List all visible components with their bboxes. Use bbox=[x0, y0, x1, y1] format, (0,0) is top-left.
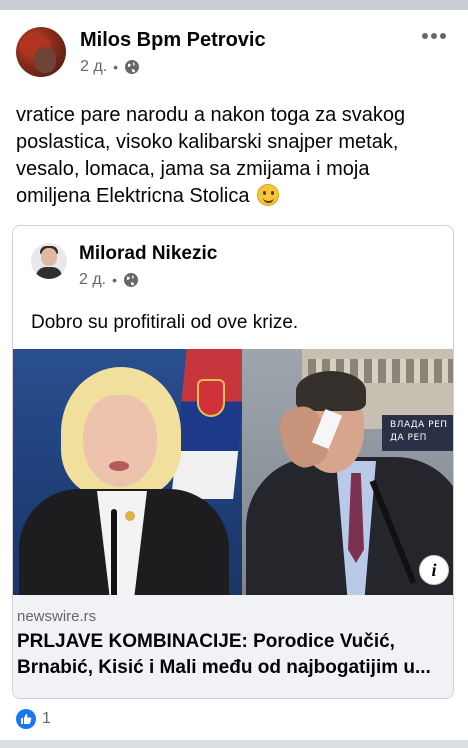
more-dot bbox=[431, 33, 437, 39]
sign-text: ВЛАДА РЕП ДА РЕП bbox=[390, 419, 448, 445]
top-divider bbox=[0, 0, 468, 10]
shared-post-meta: 2 д. • bbox=[79, 271, 139, 289]
link-title[interactable]: PRLJAVE KOMBINACIJE: Porodice Vučić, Brn… bbox=[17, 629, 453, 681]
meta-separator: • bbox=[112, 272, 118, 288]
post-meta: 2 д. • bbox=[80, 58, 140, 76]
avatar-face bbox=[34, 47, 56, 73]
post-time[interactable]: 2 д. bbox=[80, 58, 107, 76]
post-body: vratice pare narodu a nakon toga za svak… bbox=[16, 102, 446, 210]
shared-post-text: Dobro su profitirali od ove krize. bbox=[31, 312, 299, 333]
info-icon[interactable]: i bbox=[419, 555, 449, 585]
microphone bbox=[111, 509, 117, 595]
smiling-face-icon bbox=[257, 184, 279, 206]
person-hair bbox=[296, 371, 366, 411]
avatar-body bbox=[36, 267, 62, 279]
shared-post-time[interactable]: 2 д. bbox=[79, 271, 106, 289]
more-dot bbox=[440, 33, 446, 39]
link-preview-footer[interactable]: newswire.rs PRLJAVE KOMBINACIJE: Porodic… bbox=[13, 595, 453, 698]
person-mouth bbox=[109, 461, 129, 471]
globe-icon bbox=[124, 273, 139, 287]
flag bbox=[171, 349, 249, 499]
shared-author-name[interactable]: Milorad Nikezic bbox=[79, 243, 217, 265]
brooch bbox=[125, 511, 135, 521]
like-count: 1 bbox=[42, 710, 51, 727]
bottom-divider bbox=[0, 740, 468, 748]
photo-left bbox=[13, 349, 249, 595]
author-name[interactable]: Milos Bpm Petrovic bbox=[80, 29, 266, 52]
post-card: Milos Bpm Petrovic 2 д. • vratice pare n… bbox=[0, 10, 468, 748]
post-text: vratice pare narodu a nakon toga za svak… bbox=[16, 104, 406, 207]
link-preview-image[interactable]: ВЛАДА РЕП ДА РЕП i bbox=[13, 349, 453, 595]
more-options-icon[interactable] bbox=[422, 30, 446, 42]
photo-right: ВЛАДА РЕП ДА РЕП bbox=[242, 349, 453, 595]
reactions-summary[interactable]: 1 bbox=[16, 709, 51, 729]
like-icon bbox=[16, 709, 36, 729]
thumbs-up-icon bbox=[21, 714, 32, 724]
avatar-face bbox=[41, 248, 57, 266]
coat-of-arms bbox=[197, 379, 225, 417]
meta-separator: • bbox=[113, 59, 119, 75]
person-face bbox=[83, 395, 157, 487]
author-avatar[interactable] bbox=[16, 27, 66, 77]
link-domain: newswire.rs bbox=[17, 608, 97, 625]
shared-author-avatar[interactable] bbox=[31, 243, 67, 279]
shared-post[interactable]: Milorad Nikezic 2 д. • Dobro su profitir… bbox=[12, 225, 454, 699]
sign-line: ДА РЕП bbox=[390, 433, 427, 443]
globe-icon bbox=[125, 60, 140, 74]
more-dot bbox=[422, 33, 428, 39]
sign-line: ВЛАДА РЕП bbox=[390, 420, 448, 430]
